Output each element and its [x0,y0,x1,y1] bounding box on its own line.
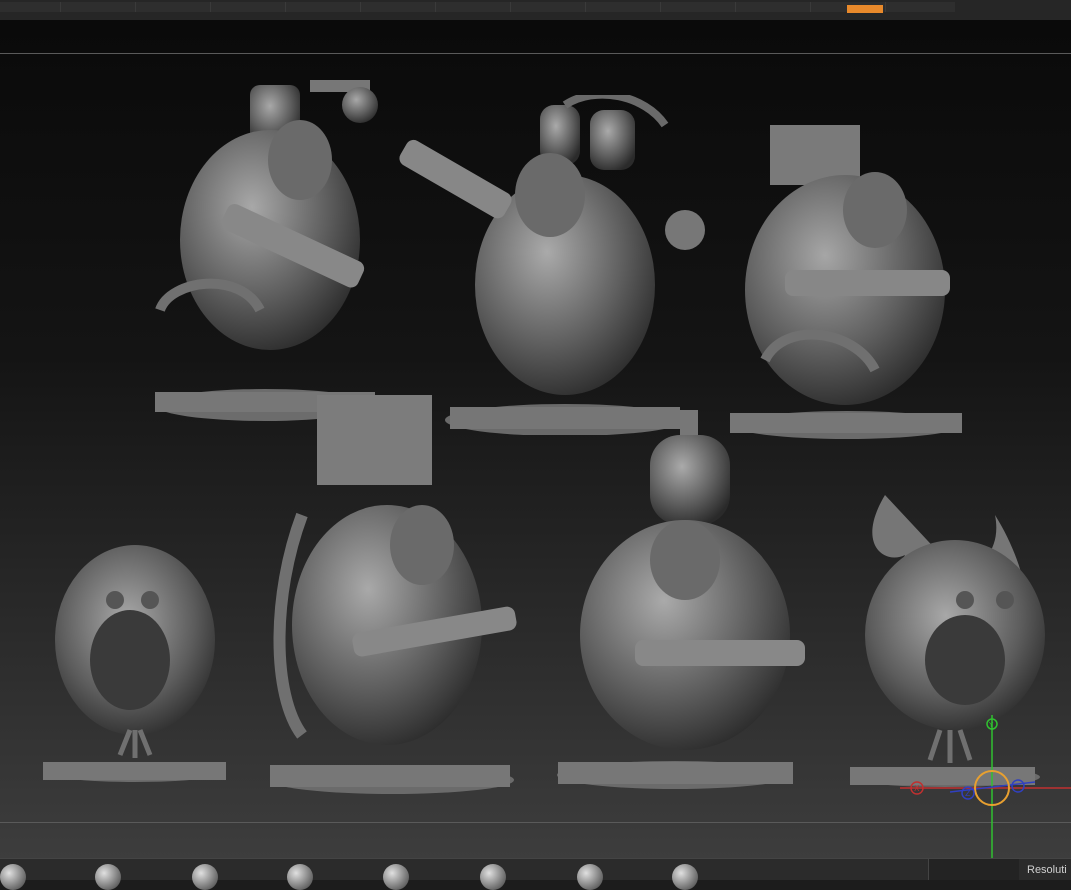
timeline-tick [660,2,661,12]
timeline-tick [360,2,361,12]
ork-box-backpack-miniature [725,120,970,440]
resolution-panel[interactable] [928,859,1019,880]
ghost-blob-miniature [40,540,230,785]
brush-thumbnail[interactable] [192,864,218,890]
brush-thumbnail[interactable] [480,864,506,890]
timeline-tick [210,2,211,12]
brush-thumbnail[interactable] [95,864,121,890]
timeline-tick [885,2,886,12]
top-bar [0,0,1071,21]
brush-thumbnail[interactable] [577,864,603,890]
ork-twin-tank-miniature [385,95,715,435]
timeline-track[interactable] [0,2,955,13]
timeline-tick [810,2,811,12]
material-shelf: Resoluti [0,858,1071,890]
canvas-viewport[interactable]: X Y Z [0,20,1071,858]
resolution-label: Resoluti [1027,864,1067,876]
timeline-tick [585,2,586,12]
brush-thumbnail[interactable] [0,864,26,890]
brush-thumbnail[interactable] [672,864,698,890]
timeline-tick [135,2,136,12]
ork-hose-gunner-miniature [262,395,522,795]
timeline-tick [435,2,436,12]
timeline-tick [735,2,736,12]
ork-gunner-miniature [140,50,390,425]
timeline-tick [510,2,511,12]
ork-gatling-miniature [555,410,810,790]
brush-thumbnail[interactable] [287,864,313,890]
gizmo-z-label: Z [965,789,971,798]
timeline-marker[interactable] [847,5,883,13]
transform-gizmo[interactable]: X Y Z [900,700,1071,858]
timeline-tick [60,2,61,12]
timeline-tick [285,2,286,12]
gizmo-y-label: Y [988,721,994,729]
gizmo-x-label: X [914,784,920,793]
brush-thumbnail[interactable] [383,864,409,890]
